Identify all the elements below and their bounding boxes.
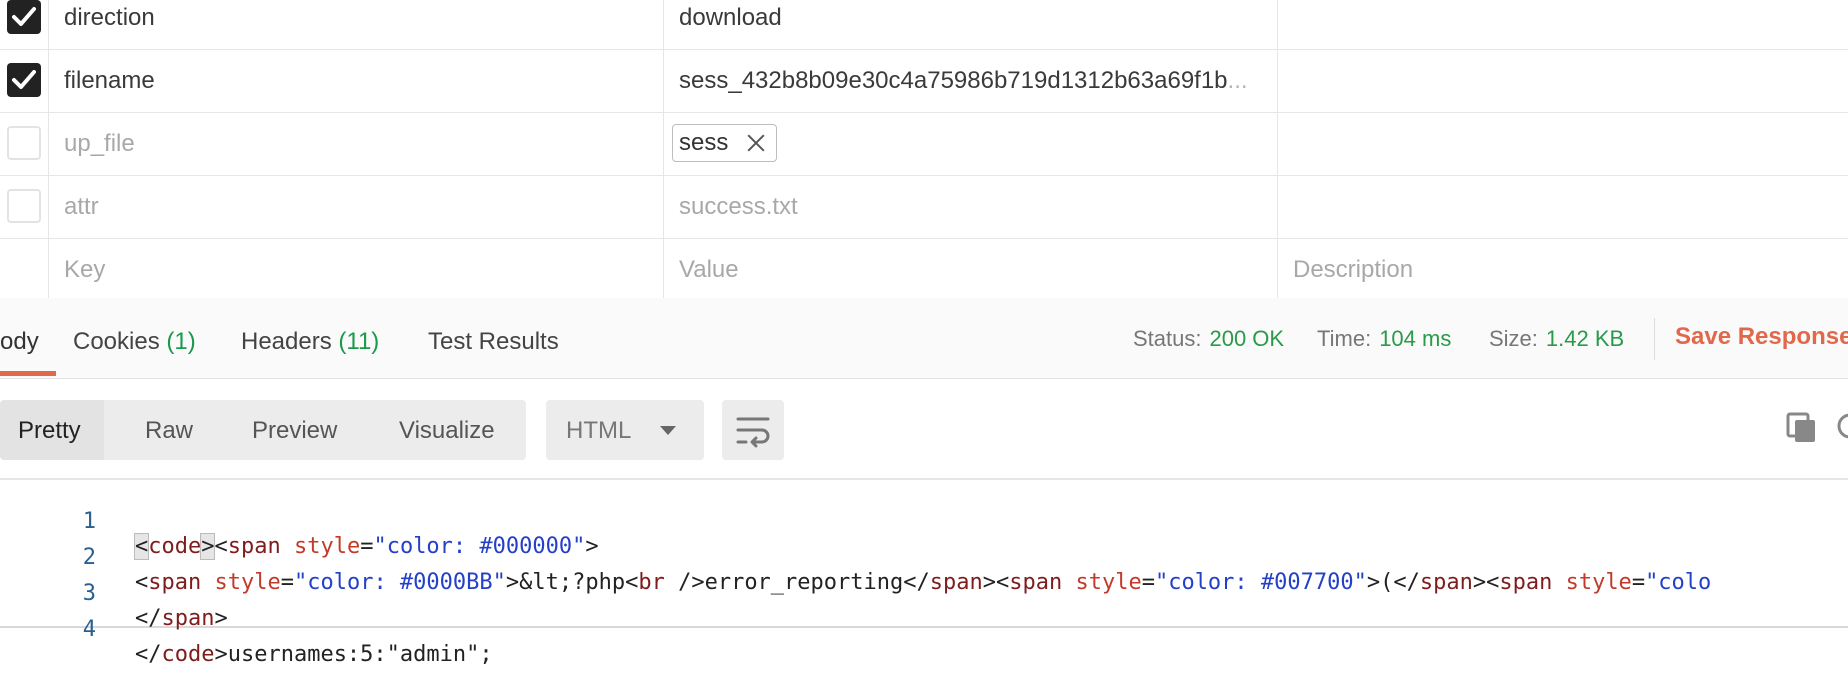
param-enabled-checkbox[interactable]: [7, 63, 41, 97]
save-response-button[interactable]: Save Response: [1675, 323, 1848, 351]
checkmark-icon: [12, 70, 36, 89]
param-key: filename: [64, 67, 155, 94]
size-value: 1.42 KB: [1545, 326, 1625, 351]
key-placeholder: Key: [64, 256, 106, 283]
value-placeholder: Value: [679, 256, 739, 283]
tab-cookies[interactable]: Cookies (1): [73, 328, 196, 356]
param-key-cell[interactable]: attr: [49, 176, 664, 238]
size-readout: Size: 1.42 KB: [1489, 326, 1625, 351]
checkbox-cell: [0, 176, 49, 238]
param-row: up_file sess: [0, 113, 1848, 176]
mode-raw[interactable]: Raw: [145, 417, 193, 445]
copy-icon[interactable]: [1786, 412, 1818, 444]
mode-pretty[interactable]: Pretty: [18, 417, 81, 445]
param-value-cell[interactable]: download: [664, 0, 1278, 49]
mode-visualize[interactable]: Visualize: [399, 417, 495, 445]
headers-count: (11): [338, 328, 380, 355]
language-select[interactable]: HTML: [546, 400, 704, 460]
tab-test-results[interactable]: Test Results: [428, 328, 559, 356]
param-description-cell[interactable]: [1278, 176, 1848, 238]
cookies-count: (1): [166, 328, 196, 355]
param-new-row: Key Value Description: [0, 239, 1848, 302]
language-value: HTML: [566, 417, 632, 444]
checkbox-cell: [0, 50, 49, 112]
mode-preview[interactable]: Preview: [252, 417, 337, 445]
tab-headers[interactable]: Headers (11): [241, 328, 379, 356]
response-tab-bar: ody Cookies (1) Headers (11) Test Result…: [0, 298, 1848, 379]
chevron-down-icon: [660, 426, 676, 435]
param-value: success.txt: [679, 193, 798, 220]
description-placeholder: Description: [1293, 256, 1414, 283]
param-key: direction: [64, 4, 155, 31]
param-enabled-checkbox[interactable]: [7, 126, 41, 160]
params-table: direction download filename sess_432b8b0…: [0, 0, 1848, 302]
status-value: 200 OK: [1209, 326, 1285, 351]
checkbox-cell: [0, 0, 49, 49]
search-icon[interactable]: [1834, 410, 1848, 444]
new-description-input[interactable]: Description: [1278, 239, 1848, 301]
file-chip-name: sess: [679, 129, 729, 156]
tab-body[interactable]: ody: [0, 328, 39, 356]
code-line: 3 </span>: [0, 556, 1848, 631]
param-value: download: [679, 4, 782, 31]
new-value-input[interactable]: Value: [664, 239, 1278, 301]
param-row: attr success.txt: [0, 176, 1848, 239]
checkbox-cell: [0, 113, 49, 175]
wrap-lines-icon: [736, 417, 770, 448]
param-key: attr: [64, 193, 99, 220]
param-description-cell[interactable]: [1278, 113, 1848, 175]
param-value: sess_432b8b09e30c4a75986b719d1312b63a69f…: [679, 67, 1248, 94]
code-line: 2 <span style="color: #0000BB">&lt;?php<…: [0, 520, 1848, 595]
divider: [1654, 318, 1655, 360]
truncation-ellipsis: ...: [1227, 67, 1248, 94]
active-tab-indicator: [0, 371, 56, 376]
param-value-cell[interactable]: sess_432b8b09e30c4a75986b719d1312b63a69f…: [664, 50, 1278, 112]
param-key-cell[interactable]: filename: [49, 50, 664, 112]
param-enabled-checkbox[interactable]: [7, 189, 41, 223]
param-value-cell[interactable]: success.txt: [664, 176, 1278, 238]
file-chip[interactable]: sess: [672, 124, 778, 162]
param-description-cell[interactable]: [1278, 50, 1848, 112]
param-description-cell[interactable]: [1278, 0, 1848, 49]
param-key: up_file: [64, 130, 135, 157]
param-row: direction download: [0, 0, 1848, 50]
response-body-code[interactable]: 1 <code><span style="color: #000000"> 2 …: [0, 478, 1848, 667]
time-value: 104 ms: [1379, 326, 1452, 351]
checkbox-cell: [0, 239, 49, 301]
checkmark-icon: [12, 7, 36, 26]
new-key-input[interactable]: Key: [49, 239, 664, 301]
param-key-cell[interactable]: up_file: [49, 113, 664, 175]
code-line: 4 </code>usernames:5:"admin";: [0, 592, 1848, 667]
view-mode-group: Pretty Raw Preview Visualize: [0, 400, 526, 460]
line-number: 4: [82, 617, 96, 642]
code-line: 1 <code><span style="color: #000000">: [0, 484, 1848, 560]
wrap-lines-button[interactable]: [722, 400, 784, 460]
param-value-cell[interactable]: sess: [664, 113, 1278, 175]
remove-file-icon[interactable]: [746, 133, 766, 153]
time-readout: Time: 104 ms: [1317, 326, 1452, 351]
param-key-cell[interactable]: direction: [49, 0, 664, 49]
status-readout: Status: 200 OK: [1133, 326, 1285, 351]
param-enabled-checkbox[interactable]: [7, 0, 41, 34]
param-row: filename sess_432b8b09e30c4a75986b719d13…: [0, 50, 1848, 113]
